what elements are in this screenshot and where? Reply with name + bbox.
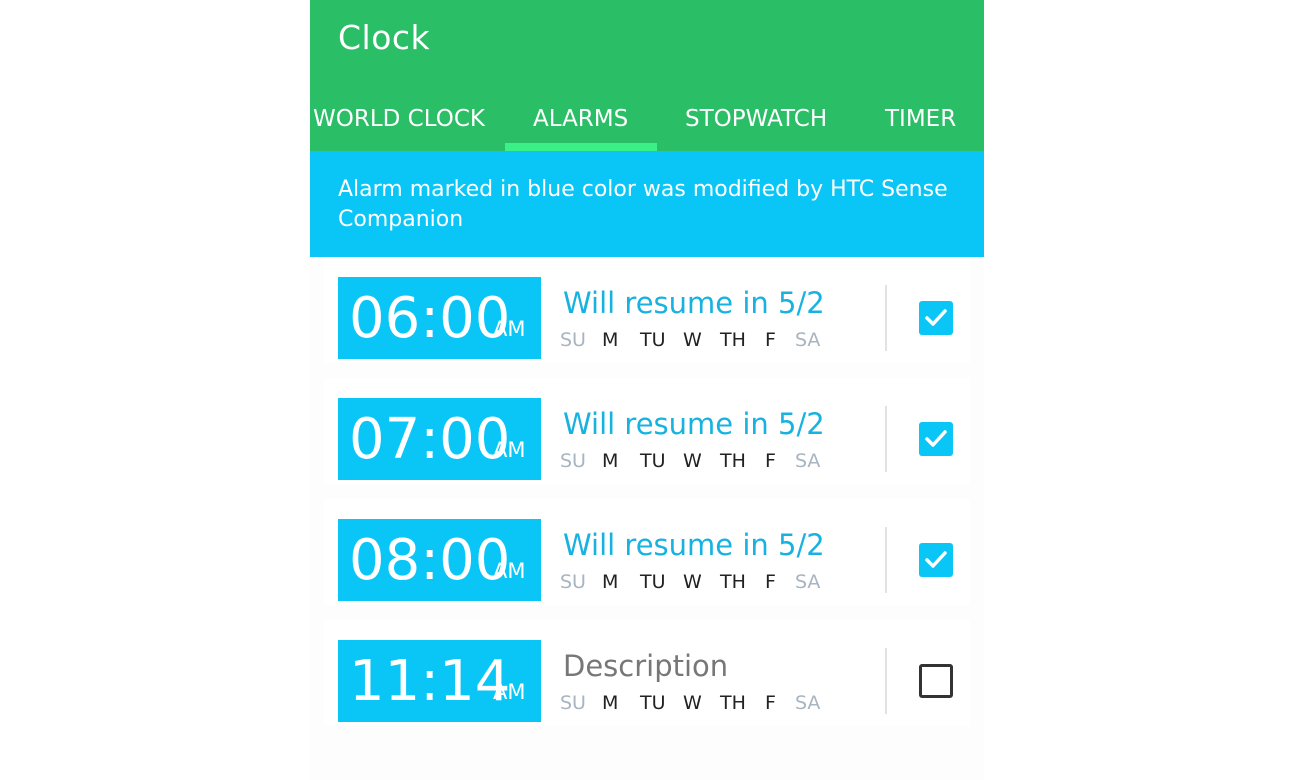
day-w: W bbox=[683, 692, 702, 714]
alarm-time: 08:00 bbox=[349, 528, 511, 593]
alarm-label: Will resume in 5/2 bbox=[563, 407, 825, 441]
day-m: M bbox=[602, 571, 619, 593]
checkmark-icon bbox=[925, 430, 947, 447]
day-th: TH bbox=[720, 692, 746, 714]
alarm-days: SU M TU W TH F SA bbox=[560, 450, 840, 476]
alarm-days: SU M TU W TH F SA bbox=[560, 692, 840, 718]
day-m: M bbox=[602, 692, 619, 714]
alarm-row[interactable]: 07:00 AM Will resume in 5/2 SU M TU W TH F SA bbox=[324, 378, 970, 484]
alarm-time-box[interactable]: 06:00 AM bbox=[338, 277, 541, 359]
day-sa: SA bbox=[795, 329, 821, 351]
info-banner: Alarm marked in blue color was modified … bbox=[310, 151, 984, 257]
checkmark-icon bbox=[925, 309, 947, 326]
alarm-row[interactable]: 08:00 AM Will resume in 5/2 SU M TU W TH F SA bbox=[324, 499, 970, 605]
alarm-row[interactable]: 06:00 AM Will resume in 5/2 SU M TU W TH F SA bbox=[324, 257, 970, 363]
alarm-ampm: AM bbox=[493, 680, 526, 704]
tab-stopwatch[interactable]: STOPWATCH bbox=[685, 106, 827, 132]
alarm-ampm: AM bbox=[493, 317, 526, 341]
tab-indicator bbox=[505, 143, 657, 151]
day-th: TH bbox=[720, 571, 746, 593]
alarm-time: 06:00 bbox=[349, 286, 511, 351]
alarm-time-box[interactable]: 07:00 AM bbox=[338, 398, 541, 480]
alarm-label: Will resume in 5/2 bbox=[563, 286, 825, 320]
day-m: M bbox=[602, 450, 619, 472]
alarm-time: 11:14 bbox=[349, 649, 511, 714]
day-tu: TU bbox=[640, 450, 666, 472]
alarm-time-box[interactable]: 11:14 AM bbox=[338, 640, 541, 722]
alarm-toggle-checkbox[interactable] bbox=[919, 543, 953, 577]
app-bar: Clock WORLD CLOCK ALARMS STOPWATCH TIMER bbox=[310, 0, 984, 151]
clock-app: Clock WORLD CLOCK ALARMS STOPWATCH TIMER… bbox=[310, 0, 984, 780]
day-tu: TU bbox=[640, 692, 666, 714]
day-m: M bbox=[602, 329, 619, 351]
alarm-time: 07:00 bbox=[349, 407, 511, 472]
day-w: W bbox=[683, 571, 702, 593]
tab-alarms[interactable]: ALARMS bbox=[533, 106, 628, 132]
row-divider bbox=[885, 527, 887, 593]
alarm-toggle-checkbox[interactable] bbox=[919, 664, 953, 698]
alarm-ampm: AM bbox=[493, 438, 526, 462]
day-su: SU bbox=[560, 692, 586, 714]
day-w: W bbox=[683, 329, 702, 351]
alarm-label: Description bbox=[563, 649, 729, 683]
day-f: F bbox=[765, 329, 776, 351]
app-title: Clock bbox=[338, 18, 431, 57]
row-divider bbox=[885, 285, 887, 351]
row-divider bbox=[885, 648, 887, 714]
day-f: F bbox=[765, 450, 776, 472]
alarm-label: Will resume in 5/2 bbox=[563, 528, 825, 562]
row-divider bbox=[885, 406, 887, 472]
alarm-ampm: AM bbox=[493, 559, 526, 583]
alarm-time-box[interactable]: 08:00 AM bbox=[338, 519, 541, 601]
day-sa: SA bbox=[795, 692, 821, 714]
alarm-toggle-checkbox[interactable] bbox=[919, 422, 953, 456]
alarm-toggle-checkbox[interactable] bbox=[919, 301, 953, 335]
day-f: F bbox=[765, 571, 776, 593]
alarm-days: SU M TU W TH F SA bbox=[560, 571, 840, 597]
day-su: SU bbox=[560, 571, 586, 593]
day-th: TH bbox=[720, 450, 746, 472]
day-w: W bbox=[683, 450, 702, 472]
tab-world-clock[interactable]: WORLD CLOCK bbox=[313, 106, 485, 132]
day-tu: TU bbox=[640, 329, 666, 351]
checkmark-icon bbox=[925, 551, 947, 568]
day-sa: SA bbox=[795, 571, 821, 593]
day-su: SU bbox=[560, 450, 586, 472]
day-f: F bbox=[765, 692, 776, 714]
tab-bar: WORLD CLOCK ALARMS STOPWATCH TIMER bbox=[310, 96, 984, 151]
day-th: TH bbox=[720, 329, 746, 351]
tab-timer[interactable]: TIMER bbox=[885, 106, 956, 132]
day-tu: TU bbox=[640, 571, 666, 593]
alarm-row[interactable]: 11:14 AM Description SU M TU W TH F SA bbox=[324, 620, 970, 726]
day-sa: SA bbox=[795, 450, 821, 472]
day-su: SU bbox=[560, 329, 586, 351]
alarm-list: 06:00 AM Will resume in 5/2 SU M TU W TH F SA … bbox=[310, 257, 984, 780]
alarm-days: SU M TU W TH F SA bbox=[560, 329, 840, 355]
